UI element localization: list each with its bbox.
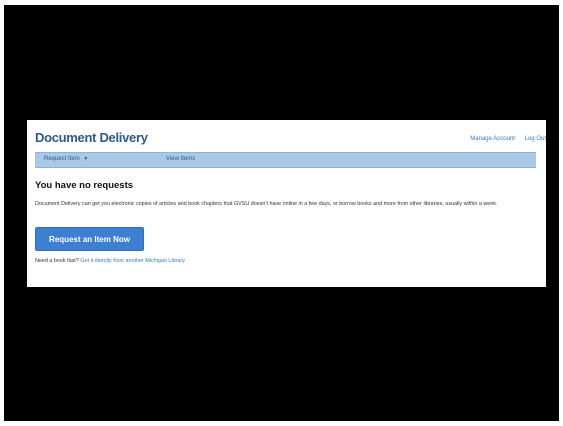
- account-links: Manage Account Log Out: [462, 136, 546, 142]
- document-delivery-page: Document Delivery Manage Account Log Out…: [27, 120, 546, 287]
- request-item-now-button[interactable]: Request an Item Now: [35, 227, 144, 251]
- book-fast-note: Need a book fast? Get it directly from a…: [35, 258, 186, 264]
- frame-border-left: [0, 0, 4, 426]
- nav-request-item[interactable]: Request Item ▼: [44, 156, 88, 162]
- book-fast-prefix: Need a book fast?: [35, 258, 79, 264]
- page-header: Document Delivery Manage Account Log Out: [27, 120, 546, 152]
- page-heading: You have no requests: [35, 180, 134, 191]
- chevron-down-icon: ▼: [83, 156, 89, 162]
- frame-border-right: [559, 0, 563, 426]
- service-description: Document Delivery can get you electronic…: [35, 201, 498, 207]
- nav-view-items[interactable]: View Items: [166, 156, 195, 162]
- app-title: Document Delivery: [35, 130, 148, 145]
- manage-account-link[interactable]: Manage Account: [470, 136, 515, 142]
- frame-border-top: [0, 0, 563, 5]
- log-out-link[interactable]: Log Out: [525, 136, 546, 142]
- michigan-library-link[interactable]: Get it directly from another Michigan Li…: [80, 258, 186, 264]
- nav-request-item-label: Request Item: [44, 156, 80, 162]
- screenshot-frame: Document Delivery Manage Account Log Out…: [0, 0, 563, 426]
- frame-border-bottom: [0, 421, 563, 426]
- main-nav-bar: Request Item ▼ View Items: [35, 152, 536, 168]
